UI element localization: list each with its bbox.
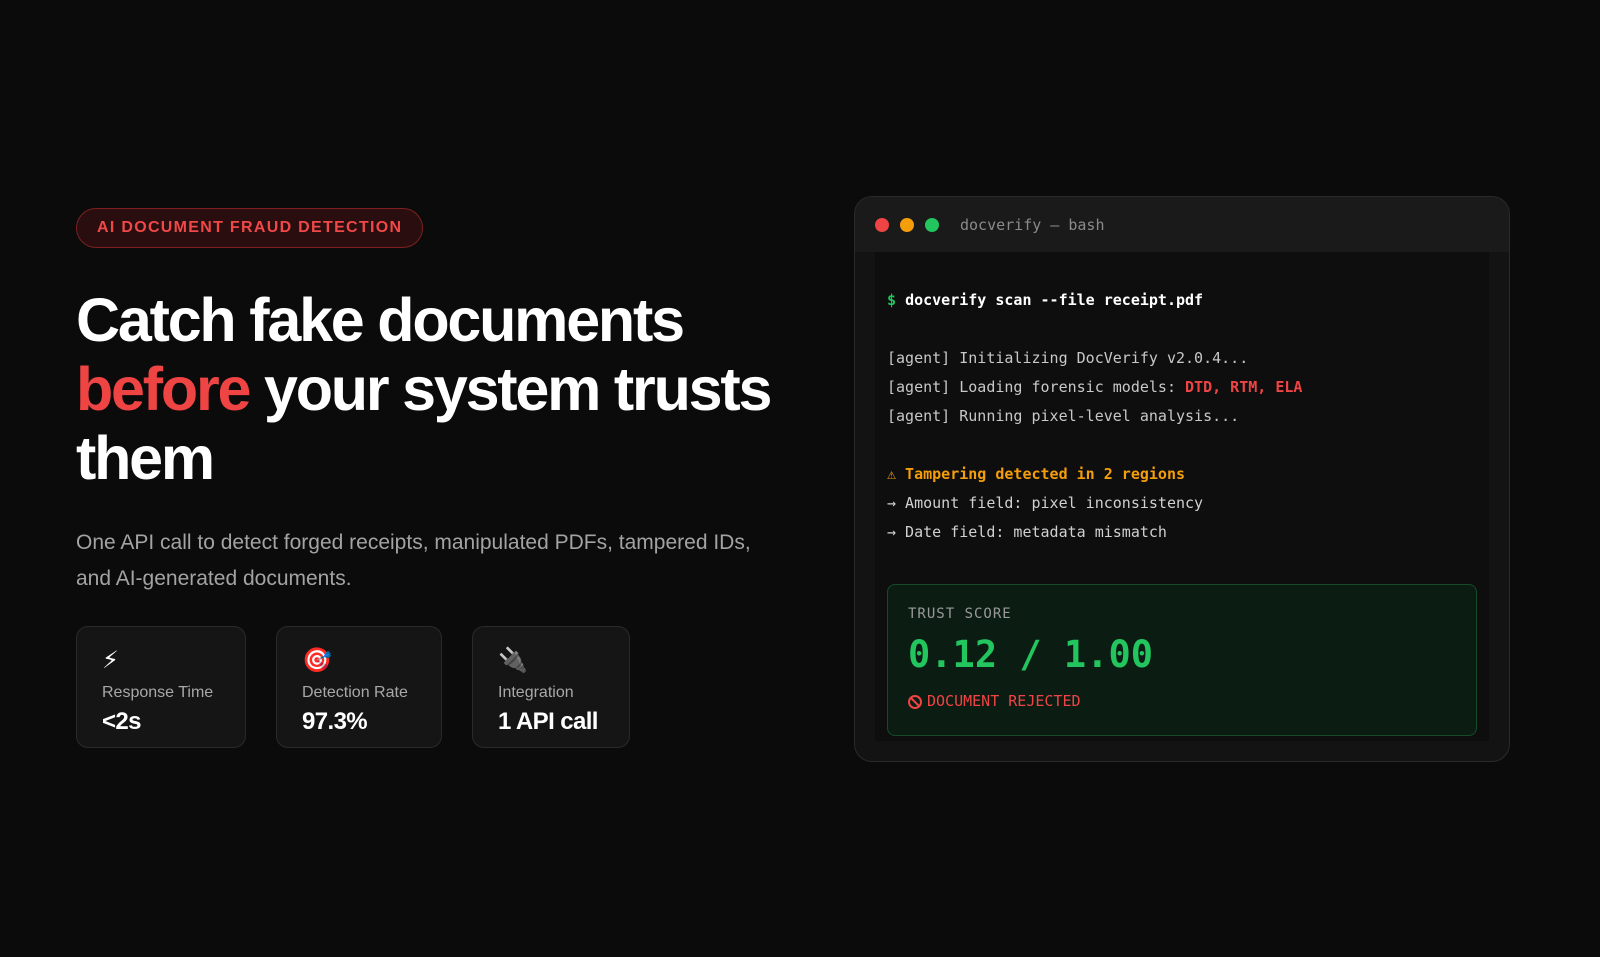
lightning-icon: ⚡ <box>102 647 119 674</box>
stat-label: Response Time <box>102 684 214 701</box>
category-badge: AI DOCUMENT FRAUD DETECTION <box>76 208 424 248</box>
stat-label: Detection Rate <box>302 684 408 701</box>
finding-date: → Date field: metadata mismatch <box>887 523 1167 541</box>
stat-value: 97.3% <box>302 708 368 735</box>
prompt-symbol: $ <box>887 291 897 309</box>
stat-value: 1 API call <box>498 708 598 735</box>
terminal-output: $ docverify scan --file receipt.pdf [age… <box>875 252 1489 741</box>
stat-card-response-time: ⚡ Response Time <2s <box>76 626 246 748</box>
stat-label: Integration <box>498 684 574 701</box>
stat-value: <2s <box>102 708 142 735</box>
log-line-models: [agent] Loading forensic models: DTD, RT… <box>887 377 1302 397</box>
plug-icon: 🔌 <box>498 647 528 674</box>
log-models-list: DTD, RTM, ELA <box>1185 378 1303 396</box>
terminal-window: docverify — bash $ docverify scan --file… <box>854 196 1510 762</box>
hero-section: AI DOCUMENT FRAUD DETECTION Catch fake d… <box>76 208 796 597</box>
minimize-window-dot[interactable] <box>900 218 914 232</box>
headline-line-1: Catch fake documents <box>76 286 685 354</box>
log-line-init: [agent] Initializing DocVerify v2.0.4... <box>887 349 1249 367</box>
maximize-window-dot[interactable] <box>925 218 939 232</box>
hero-subtitle: One API call to detect forged receipts, … <box>76 531 751 590</box>
page-headline: Catch fake documents before your system … <box>76 286 796 493</box>
log-models-prefix: [agent] Loading forensic models: <box>887 378 1186 396</box>
trust-score-panel: TRUST SCORE 0.12 / 1.00 DOCUMENT REJECTE… <box>887 584 1477 736</box>
terminal-titlebar: docverify — bash <box>855 197 1509 252</box>
command-text: docverify scan --file receipt.pdf <box>905 291 1204 309</box>
trust-status: DOCUMENT REJECTED <box>908 691 1456 711</box>
command-line: $ docverify scan --file receipt.pdf <box>887 290 1203 310</box>
prohibited-icon <box>908 695 922 709</box>
headline-line-2-rest: your system trusts <box>249 355 772 423</box>
trust-score-value: 0.12 / 1.00 <box>908 633 1154 676</box>
stat-card-detection-rate: 🎯 Detection Rate 97.3% <box>276 626 442 748</box>
terminal-title: docverify — bash <box>960 216 1105 234</box>
tamper-warning: ⚠ Tampering detected in 2 regions <box>887 465 1186 483</box>
headline-line-3: them <box>76 424 215 492</box>
finding-amount: → Amount field: pixel inconsistency <box>887 494 1204 512</box>
close-window-dot[interactable] <box>875 218 889 232</box>
trust-score-label: TRUST SCORE <box>908 606 1012 622</box>
target-icon: 🎯 <box>302 647 332 674</box>
log-line-analysis: [agent] Running pixel-level analysis... <box>887 407 1240 425</box>
headline-accent-word: before <box>76 355 251 423</box>
trust-status-text: DOCUMENT REJECTED <box>927 692 1081 710</box>
stat-card-integration: 🔌 Integration 1 API call <box>472 626 630 748</box>
